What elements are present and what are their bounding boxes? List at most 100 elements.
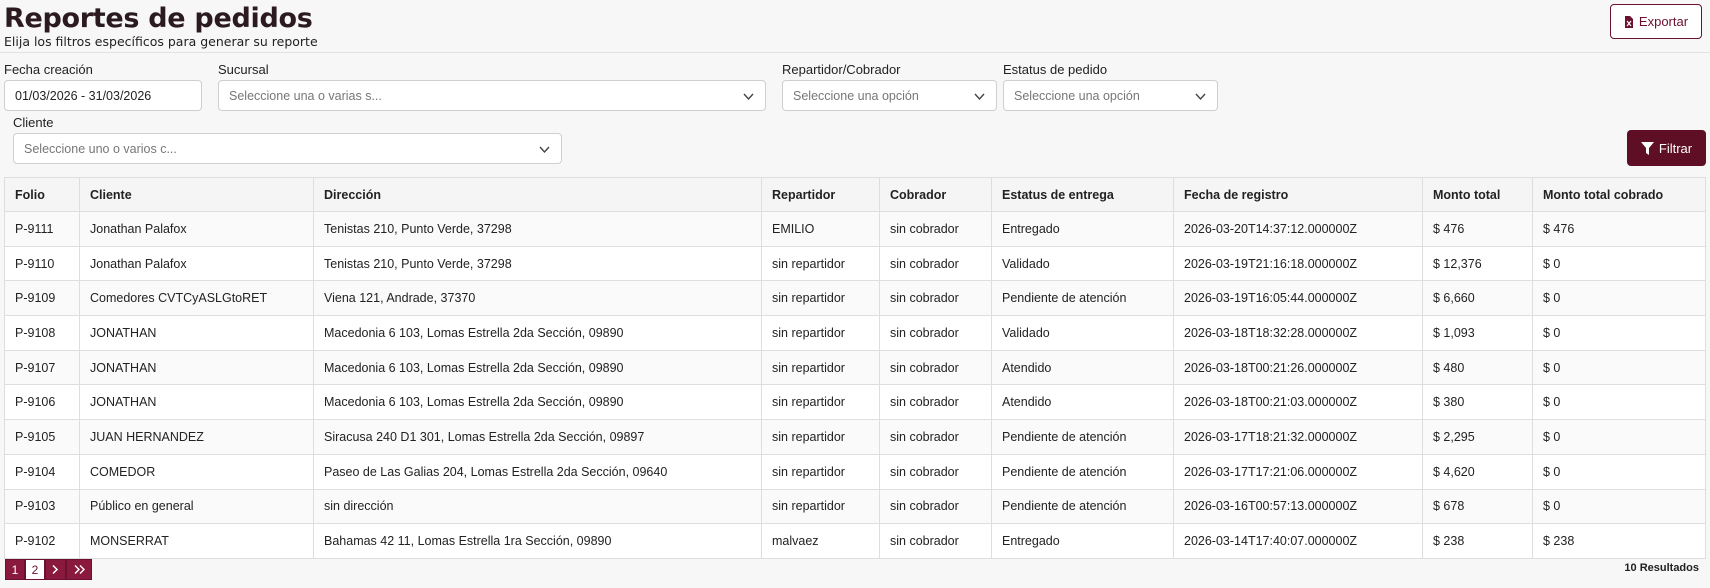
fecha-value: 01/03/2026 - 31/03/2026	[15, 88, 152, 103]
column-header: Dirección	[313, 177, 762, 212]
sucursal-select[interactable]: Seleccione una o varias s...	[218, 80, 766, 111]
repartidor-cell: sin repartidor	[761, 349, 880, 386]
chevron-right-icon	[52, 564, 59, 575]
monto-total-cell: $ 4,620	[1422, 453, 1533, 490]
table-row: P-9111 Jonathan Palafox Tenistas 210, Punt…	[4, 211, 1706, 247]
folio-cell: P-9106	[4, 384, 80, 421]
monto-cobrado-cell: $ 476	[1532, 211, 1706, 247]
fecha-cell: 2026-03-17T18:21:32.000000Z	[1173, 419, 1423, 455]
header-divider	[0, 52, 1710, 53]
fecha-cell: 2026-03-20T14:37:12.000000Z	[1173, 211, 1423, 247]
estatus-cell: Atendido	[991, 384, 1174, 421]
folio-cell: P-9109	[4, 280, 80, 317]
chevron-down-icon	[974, 93, 985, 101]
repartidor-cell: sin repartidor	[761, 280, 880, 317]
table-row: P-9103 Público en general sin dirección sin…	[4, 488, 1706, 525]
fecha-date-range-input[interactable]: 01/03/2026 - 31/03/2026	[4, 80, 202, 111]
table-row: P-9104 COMEDOR Paseo de Las Galias 204, Lo…	[4, 453, 1706, 490]
cobrador-cell: sin cobrador	[879, 488, 992, 525]
repartidor-cell: sin repartidor	[761, 419, 880, 455]
folio-cell: P-9102	[4, 523, 80, 559]
repartidor-select[interactable]: Seleccione una opción	[782, 80, 997, 111]
estatus-cell: Pendiente de atención	[991, 419, 1174, 455]
table-row: P-9102 MONSERRAT Bahamas 42 11, Lomas Estr…	[4, 523, 1706, 559]
fecha-cell: 2026-03-19T16:05:44.000000Z	[1173, 280, 1423, 317]
direccion-cell: Macedonia 6 103, Lomas Estrella 2da Secc…	[313, 384, 762, 421]
double-chevron-right-icon	[74, 565, 85, 574]
table-row: P-9110 Jonathan Palafox Tenistas 210, Punt…	[4, 245, 1706, 282]
page-1-button[interactable]: 1	[5, 559, 25, 580]
page-2-button[interactable]: 2	[25, 559, 45, 580]
cliente-cell: Jonathan Palafox	[79, 245, 314, 282]
estatus-cell: Pendiente de atención	[991, 280, 1174, 317]
fecha-cell: 2026-03-18T18:32:28.000000Z	[1173, 315, 1423, 351]
cliente-cell: Jonathan Palafox	[79, 211, 314, 247]
table-row: P-9109 Comedores CVTCyASLGtoRET Viena 121,…	[4, 280, 1706, 317]
repartidor-cell: sin repartidor	[761, 245, 880, 282]
last-page-button[interactable]	[66, 559, 92, 580]
page-title: Reportes de pedidos	[4, 3, 313, 34]
cobrador-cell: sin cobrador	[879, 211, 992, 247]
fecha-cell: 2026-03-18T00:21:26.000000Z	[1173, 349, 1423, 386]
folio-cell: P-9107	[4, 349, 80, 386]
cliente-select[interactable]: Seleccione uno o varios c...	[13, 133, 562, 164]
cliente-cell: JONATHAN	[79, 384, 314, 421]
estatus-select[interactable]: Seleccione una opción	[1003, 80, 1218, 111]
folio-cell: P-9108	[4, 315, 80, 351]
monto-total-cell: $ 6,660	[1422, 280, 1533, 317]
cliente-cell: JONATHAN	[79, 315, 314, 351]
folio-cell: P-9111	[4, 211, 80, 247]
direccion-cell: Tenistas 210, Punto Verde, 37298	[313, 211, 762, 247]
column-header: Cobrador	[879, 177, 992, 212]
column-header: Repartidor	[761, 177, 880, 212]
direccion-cell: sin dirección	[313, 488, 762, 525]
filter-button[interactable]: Filtrar	[1627, 130, 1706, 166]
fecha-cell: 2026-03-14T17:40:07.000000Z	[1173, 523, 1423, 559]
filter-icon	[1640, 141, 1654, 155]
table-row: P-9107 JONATHAN Macedonia 6 103, Lomas Est…	[4, 349, 1706, 386]
monto-cobrado-cell: $ 0	[1532, 245, 1706, 282]
monto-total-cell: $ 238	[1422, 523, 1533, 559]
monto-cobrado-cell: $ 0	[1532, 315, 1706, 351]
direccion-cell: Siracusa 240 D1 301, Lomas Estrella 2da …	[313, 419, 762, 455]
cobrador-cell: sin cobrador	[879, 280, 992, 317]
monto-cobrado-cell: $ 0	[1532, 384, 1706, 421]
table-row: P-9106 JONATHAN Macedonia 6 103, Lomas Est…	[4, 384, 1706, 421]
estatus-cell: Entregado	[991, 523, 1174, 559]
monto-cobrado-cell: $ 0	[1532, 488, 1706, 525]
estatus-cell: Atendido	[991, 349, 1174, 386]
estatus-placeholder: Seleccione una opción	[1014, 88, 1140, 103]
estatus-cell: Validado	[991, 245, 1174, 282]
monto-cobrado-cell: $ 238	[1532, 523, 1706, 559]
cliente-placeholder: Seleccione uno o varios c...	[24, 141, 177, 156]
fecha-cell: 2026-03-18T00:21:03.000000Z	[1173, 384, 1423, 421]
export-button[interactable]: Exportar	[1610, 4, 1702, 39]
chevron-down-icon	[539, 146, 550, 154]
monto-total-cell: $ 2,295	[1422, 419, 1533, 455]
column-header: Folio	[4, 177, 80, 212]
monto-cobrado-cell: $ 0	[1532, 419, 1706, 455]
column-header: Fecha de registro	[1173, 177, 1423, 212]
results-count: 10 Resultados	[1624, 562, 1699, 574]
monto-total-cell: $ 12,376	[1422, 245, 1533, 282]
page-subtitle: Elija los filtros específicos para gener…	[4, 34, 318, 49]
fecha-cell: 2026-03-17T17:21:06.000000Z	[1173, 453, 1423, 490]
next-page-button[interactable]	[45, 559, 66, 580]
monto-cobrado-cell: $ 0	[1532, 280, 1706, 317]
table-row: P-9108 JONATHAN Macedonia 6 103, Lomas Est…	[4, 315, 1706, 351]
repartidor-cell: sin repartidor	[761, 453, 880, 490]
folio-cell: P-9110	[4, 245, 80, 282]
cobrador-cell: sin cobrador	[879, 523, 992, 559]
file-excel-icon	[1624, 15, 1633, 28]
monto-cobrado-cell: $ 0	[1532, 349, 1706, 386]
monto-total-cell: $ 476	[1422, 211, 1533, 247]
filter-label: Filtrar	[1658, 140, 1693, 156]
repartidor-cell: sin repartidor	[761, 488, 880, 525]
cobrador-cell: sin cobrador	[879, 315, 992, 351]
estatus-label: Estatus de pedido	[1003, 62, 1108, 77]
repartidor-cell: malvaez	[761, 523, 880, 559]
repartidor-placeholder: Seleccione una opción	[793, 88, 919, 103]
chevron-down-icon	[743, 93, 754, 101]
monto-total-cell: $ 480	[1422, 349, 1533, 386]
cliente-cell: JUAN HERNANDEZ	[79, 419, 314, 455]
